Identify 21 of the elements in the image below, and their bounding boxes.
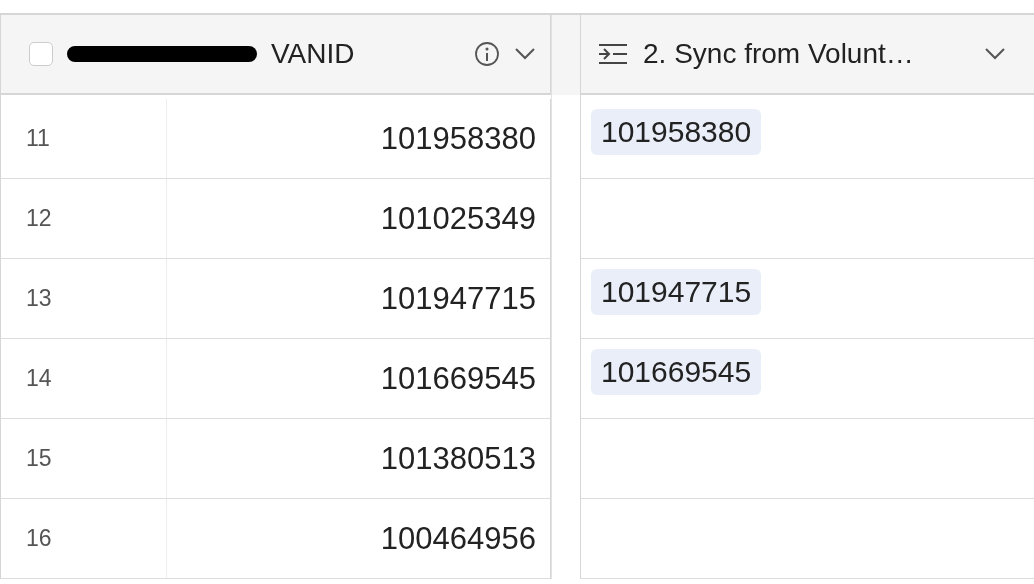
row-number: 15 — [25, 445, 53, 472]
table-cell: 101947715 — [166, 259, 550, 338]
linked-record-chip[interactable]: 101958380 — [591, 109, 762, 155]
table-cell: 101380513 — [166, 419, 550, 498]
row-number: 16 — [25, 525, 53, 552]
chevron-down-icon[interactable] — [984, 47, 1006, 61]
chevron-down-icon[interactable] — [514, 47, 536, 61]
table-cell: 100464956 — [166, 499, 550, 578]
table-cell: 101669545 — [166, 339, 550, 418]
checkbox[interactable] — [29, 42, 53, 66]
row-number: 14 — [25, 365, 53, 392]
row-number: 12 — [25, 205, 53, 232]
linked-record-chip[interactable]: 101669545 — [591, 349, 762, 395]
row-number: 11 — [25, 125, 51, 152]
info-icon[interactable] — [474, 41, 500, 67]
table-cell: 101958380 — [166, 99, 550, 178]
table-cell: 101025349 — [166, 179, 550, 258]
column-header[interactable]: VANID — [271, 38, 355, 70]
row-number: 13 — [25, 285, 53, 312]
linked-record-chip[interactable]: 101947715 — [591, 269, 762, 315]
lookup-icon — [597, 43, 629, 65]
